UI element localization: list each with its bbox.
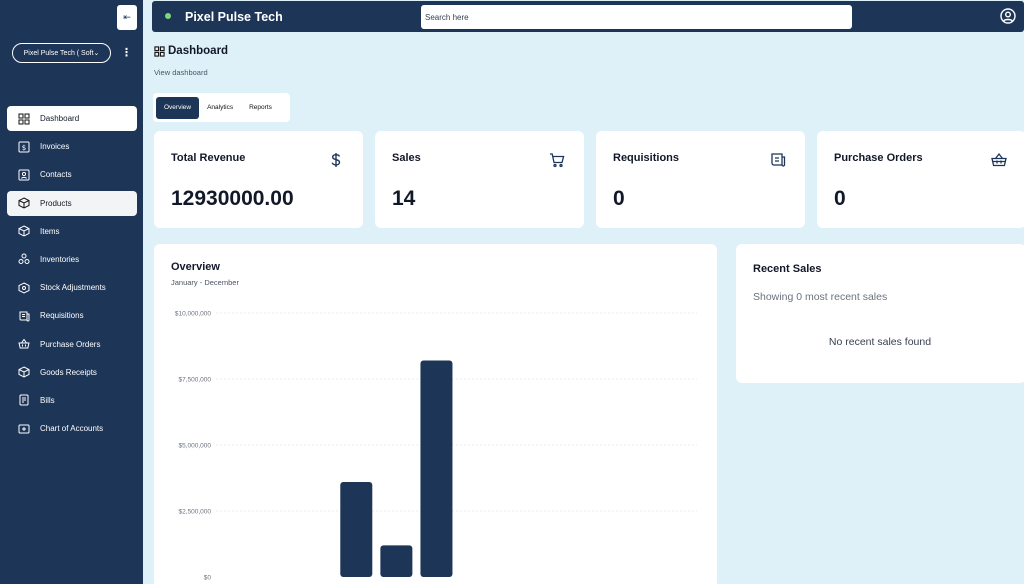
stat-label: Requisitions <box>613 152 680 164</box>
sidebar-item-label: Inventories <box>40 254 80 264</box>
user-profile-icon[interactable] <box>1000 8 1016 24</box>
brand-name: Pixel Pulse Tech <box>185 10 283 24</box>
overview-bar-chart: $0 $2,500,000 $5,000,000 $7,500,000 $10,000,… <box>175 311 697 582</box>
recent-sales-subtitle: Showing 0 most recent sales <box>753 291 888 303</box>
stat-label: Total Revenue <box>171 152 246 164</box>
sidebar: ⇤ Pixel Pulse Tech ( Soft⌄ ⋮ Dashboard $… <box>0 0 143 584</box>
stat-value: 14 <box>392 187 416 210</box>
stat-label: Purchase Orders <box>834 152 923 164</box>
sidebar-item-label: Contacts <box>40 170 72 180</box>
sidebar-item-goods-receipts[interactable]: Goods Receipts <box>7 360 137 385</box>
receipt-icon <box>19 394 29 406</box>
sidebar-item-contacts[interactable]: Contacts <box>7 162 137 187</box>
more-options-icon[interactable]: ⋮ <box>121 45 132 61</box>
tab-overview[interactable]: Overview <box>156 96 200 119</box>
dashboard-tabs: Overview Analytics Reports <box>153 93 290 122</box>
recent-sales-title: Recent Sales <box>753 263 822 275</box>
stat-card-sales: Sales 14 <box>375 131 584 228</box>
scroll-icon <box>771 153 786 167</box>
sidebar-item-purchase-orders[interactable]: Purchase Orders <box>7 332 137 357</box>
stat-value: 0 <box>834 187 846 210</box>
sidebar-item-label: Invoices <box>40 142 70 152</box>
sidebar-item-label: Dashboard <box>40 114 80 123</box>
y-tick-label: $7,500,000 <box>178 377 211 384</box>
box-icon <box>18 197 30 209</box>
sidebar-item-label: Requisitions <box>40 311 84 321</box>
grid-icon <box>18 113 30 124</box>
stat-card-total-revenue: Total Revenue 12930000.00 <box>154 131 363 228</box>
sidebar-item-label: Stock Adjustments <box>40 283 106 293</box>
stat-label: Sales <box>392 152 421 164</box>
sidebar-item-stock-adjustments[interactable]: Stock Adjustments <box>7 275 137 300</box>
sidebar-item-products[interactable]: Products <box>7 190 137 216</box>
y-tick-label: $2,500,000 <box>178 509 211 516</box>
collapse-icon: ⇤ <box>123 12 131 22</box>
recent-sales-empty-message: No recent sales found <box>828 336 932 348</box>
sidebar-item-label: Chart of Accounts <box>40 424 104 434</box>
dollar-square-icon: $ <box>18 141 30 153</box>
sidebar-item-label: Items <box>40 226 60 236</box>
cart-icon <box>550 153 565 168</box>
sidebar-item-label: Goods Receipts <box>40 367 97 377</box>
basket-icon <box>18 338 30 349</box>
basket-icon <box>991 152 1007 167</box>
sidebar-item-label: Products <box>40 198 72 208</box>
package-adjust-icon <box>18 282 30 294</box>
sidebar-item-inventories[interactable]: Inventories <box>7 247 137 272</box>
chart-bar-jun[interactable] <box>420 360 453 577</box>
box-icon <box>18 225 30 237</box>
sidebar-item-chart-of-accounts[interactable]: Chart of Accounts <box>7 416 137 441</box>
sidebar-item-items[interactable]: Items <box>7 219 137 244</box>
sidebar-nav: Dashboard $ Invoices Contacts Products I… <box>7 106 137 444</box>
sidebar-item-bills[interactable]: Bills <box>7 388 137 413</box>
contact-card-icon <box>18 169 30 181</box>
tab-analytics[interactable]: Analytics <box>199 97 241 119</box>
sidebar-item-label: Purchase Orders <box>40 339 101 349</box>
grid-icon <box>154 45 165 57</box>
scroll-icon <box>19 311 30 322</box>
stat-value: 12930000.00 <box>171 187 294 210</box>
chart-bar-apr[interactable] <box>340 481 373 577</box>
y-tick-label: $5,000,000 <box>178 443 211 450</box>
stat-card-purchase-orders: Purchase Orders 0 <box>817 131 1024 228</box>
sidebar-item-label: Bills <box>40 395 55 405</box>
logo-icon <box>165 13 171 19</box>
ledger-icon <box>18 424 30 434</box>
y-tick-label: $10,000,000 <box>175 311 212 318</box>
boxes-icon <box>18 253 30 265</box>
stat-value: 0 <box>613 187 625 210</box>
tab-reports[interactable]: Reports <box>241 97 280 119</box>
search-input[interactable] <box>421 5 852 29</box>
dollar-icon <box>331 153 341 167</box>
box-icon <box>18 366 30 378</box>
sidebar-item-requisitions[interactable]: Requisitions <box>7 303 137 328</box>
organization-select[interactable]: Pixel Pulse Tech ( Soft⌄ <box>12 43 111 63</box>
page-subtitle: View dashboard <box>154 68 208 77</box>
top-bar: Pixel Pulse Tech <box>152 1 1024 32</box>
chart-bar-may[interactable] <box>380 545 413 577</box>
collapse-sidebar-button[interactable]: ⇤ <box>117 5 137 30</box>
sidebar-item-invoices[interactable]: $ Invoices <box>7 134 137 159</box>
svg-text:$: $ <box>22 144 26 152</box>
sidebar-item-dashboard[interactable]: Dashboard <box>7 106 137 131</box>
page-title-text: Dashboard <box>168 45 229 57</box>
recent-sales-card: Recent Sales Showing 0 most recent sales… <box>736 244 1024 383</box>
overview-card: Overview January - December $0 $2,500,000… <box>154 244 717 584</box>
page-title: Dashboard <box>154 45 228 57</box>
y-tick-label: $0 <box>204 575 212 582</box>
stat-card-requisitions: Requisitions 0 <box>596 131 805 228</box>
